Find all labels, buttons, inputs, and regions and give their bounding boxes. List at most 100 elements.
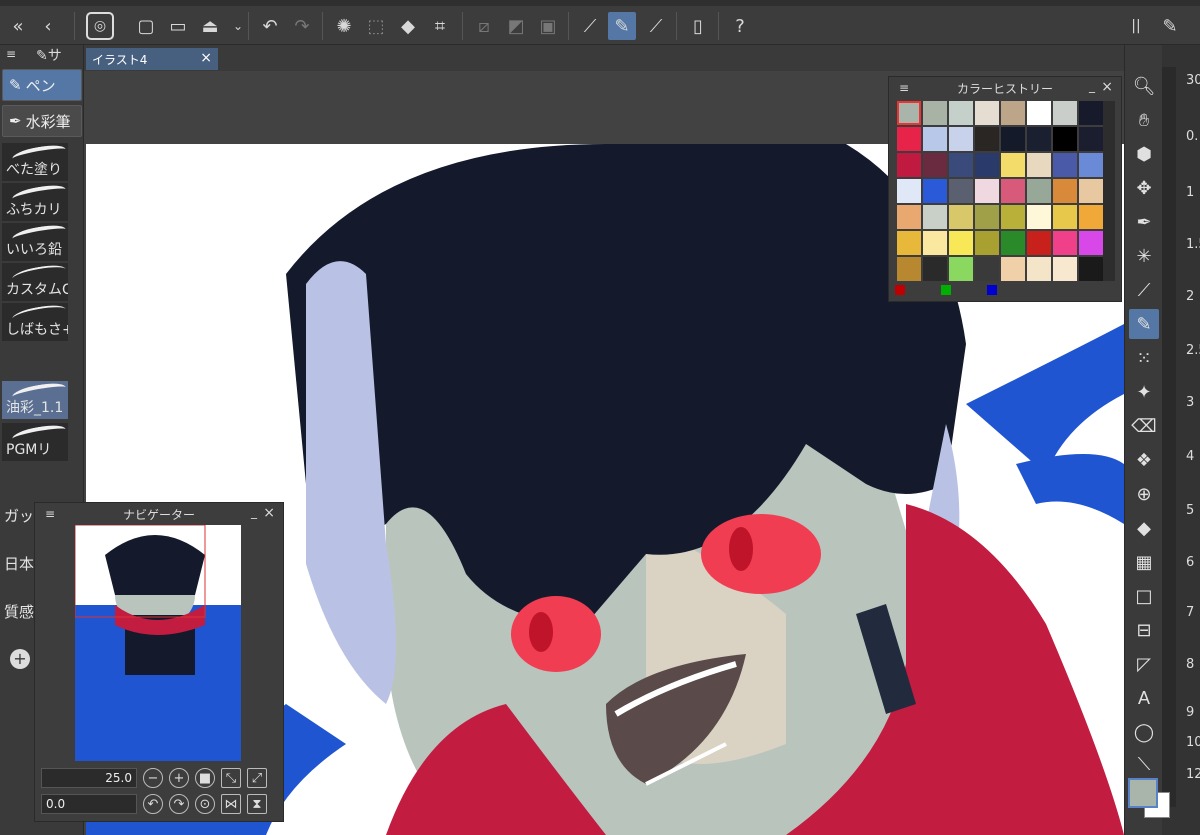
color-swatch[interactable] <box>975 205 999 229</box>
color-swatch[interactable] <box>1079 179 1103 203</box>
hand-icon[interactable]: ✋︎ <box>1129 105 1159 135</box>
color-swatch[interactable] <box>1079 153 1103 177</box>
color-swatch[interactable] <box>923 231 947 255</box>
sparkle-icon[interactable]: ✳ <box>1129 241 1159 271</box>
wrench-icon[interactable]: ✎ <box>1156 12 1184 40</box>
actual-size-icon[interactable]: ⤢ <box>247 768 267 788</box>
color-swatch[interactable] <box>1027 153 1051 177</box>
rectangle-icon[interactable]: □ <box>1129 581 1159 611</box>
brush-item[interactable]: しばもさ+ <box>2 303 68 341</box>
spray-icon[interactable]: ⁙ <box>1129 343 1159 373</box>
color-swatch[interactable] <box>949 101 973 125</box>
fill-icon[interactable]: ◆ <box>394 12 422 40</box>
color-swatch[interactable] <box>1053 257 1077 281</box>
brush-item[interactable]: カスタムC <box>2 263 68 301</box>
size-scrollbar[interactable] <box>1162 67 1176 807</box>
zoom-field[interactable]: 25.0 <box>41 768 137 788</box>
reset-rotation-icon[interactable]: ⊙ <box>195 794 215 814</box>
panel-collapse-icon[interactable]: || <box>1122 12 1150 40</box>
color-swatch[interactable] <box>1001 205 1025 229</box>
redo-icon[interactable]: ↷ <box>288 12 316 40</box>
brush-tool-icon[interactable]: ✎ <box>1129 309 1159 339</box>
menu-icon[interactable]: ≡ <box>899 81 909 95</box>
color-swatch[interactable] <box>897 101 921 125</box>
text-icon[interactable]: A <box>1129 683 1159 713</box>
brush-item-selected[interactable]: 油彩_1.1 <box>2 381 68 419</box>
brush-item[interactable]: ふちカリ <box>2 183 68 221</box>
color-swatch[interactable] <box>923 127 947 151</box>
color-swatch[interactable] <box>897 179 921 203</box>
fit-icon[interactable]: ■ <box>195 768 215 788</box>
grid-icon[interactable]: ◩ <box>502 12 530 40</box>
brush-size-strip[interactable]: 30 0. 1 1.5 2 2.5 3 4 5 6 7 8 9 10 12 <box>1162 45 1200 835</box>
ruler-tool-icon[interactable]: ◸ <box>1129 649 1159 679</box>
transform-icon[interactable]: ⌗ <box>426 12 454 40</box>
ruler-icon[interactable]: ⟋ <box>576 12 604 40</box>
brush-item[interactable]: PGMリ <box>2 423 68 461</box>
color-swatch[interactable] <box>1001 231 1025 255</box>
color-swatch[interactable] <box>897 205 921 229</box>
rotate-right-icon[interactable]: ↷ <box>169 794 189 814</box>
color-swatch[interactable] <box>1053 101 1077 125</box>
color-swatch[interactable] <box>1027 257 1051 281</box>
brush-item[interactable]: いいろ鉛 <box>2 223 68 261</box>
color-swatch[interactable] <box>1079 101 1103 125</box>
eyedropper-icon[interactable]: ⟋ <box>1129 275 1159 305</box>
color-swatch[interactable] <box>975 231 999 255</box>
blend-icon[interactable]: ✦ <box>1129 377 1159 407</box>
rotate-left-icon[interactable]: ↶ <box>143 794 163 814</box>
brush-item[interactable]: べた塗り <box>2 143 68 181</box>
color-swatch[interactable] <box>949 127 973 151</box>
color-swatch[interactable] <box>949 153 973 177</box>
foreground-color-swatch[interactable] <box>1128 778 1158 808</box>
brush-label[interactable]: 質感 <box>4 601 34 622</box>
menu-icon[interactable]: ≡ <box>6 47 16 61</box>
fill-bucket-icon[interactable]: ◆ <box>1129 513 1159 543</box>
eraser-icon[interactable]: ⌫ <box>1129 411 1159 441</box>
brush-label[interactable]: 日本 <box>4 553 34 574</box>
save-icon[interactable]: ⏏ <box>196 12 224 40</box>
color-swatch[interactable] <box>1027 231 1051 255</box>
color-swatch[interactable] <box>923 179 947 203</box>
color-swatch[interactable] <box>923 257 947 281</box>
color-swatch[interactable] <box>975 101 999 125</box>
color-swatch[interactable] <box>1027 205 1051 229</box>
color-swatch[interactable] <box>975 127 999 151</box>
color-swatch[interactable] <box>949 257 973 281</box>
color-swatch[interactable] <box>897 257 921 281</box>
frame-icon[interactable]: ▣ <box>534 12 562 40</box>
document-tab[interactable]: イラスト4 × <box>86 48 218 70</box>
color-swatch[interactable] <box>975 257 999 281</box>
color-swatch[interactable] <box>923 101 947 125</box>
pen-alt-icon[interactable]: ⟋ <box>642 12 670 40</box>
tab-watercolor[interactable]: ✒ 水彩筆 <box>2 105 82 137</box>
zoom-icon[interactable]: 🔍︎ <box>1129 71 1159 101</box>
add-icon[interactable]: + <box>10 649 30 669</box>
brush-icon[interactable]: ✎サ <box>36 45 62 65</box>
color-swatch[interactable] <box>1027 101 1051 125</box>
select-icon[interactable]: ⬚ <box>362 12 390 40</box>
minimize-icon[interactable]: _ <box>251 505 257 519</box>
color-swatch[interactable] <box>897 127 921 151</box>
color-swatch[interactable] <box>975 179 999 203</box>
color-swatch[interactable] <box>1053 179 1077 203</box>
color-swatch[interactable] <box>1053 127 1077 151</box>
move-icon[interactable]: ✥ <box>1129 173 1159 203</box>
color-swatch[interactable] <box>1001 101 1025 125</box>
color-swatch[interactable] <box>1001 179 1025 203</box>
color-swatch[interactable] <box>949 231 973 255</box>
rotation-field[interactable]: 0.0 <box>41 794 137 814</box>
color-swatch[interactable] <box>1079 205 1103 229</box>
color-swatch[interactable] <box>1079 257 1103 281</box>
back-icon[interactable]: « <box>4 12 32 40</box>
balloon-icon[interactable]: ◯ <box>1129 717 1159 747</box>
color-swatch[interactable] <box>1001 257 1025 281</box>
clear-icon[interactable]: ⧄ <box>470 12 498 40</box>
close-icon[interactable]: × <box>200 50 212 66</box>
zoom-out-icon[interactable]: − <box>143 768 163 788</box>
tab-pen[interactable]: ✎ ペン <box>2 69 82 101</box>
frame-border-icon[interactable]: ⊟ <box>1129 615 1159 645</box>
color-swatch[interactable] <box>897 231 921 255</box>
flip-vertical-icon[interactable]: ⧗ <box>247 794 267 814</box>
close-icon[interactable]: × <box>1101 79 1113 95</box>
